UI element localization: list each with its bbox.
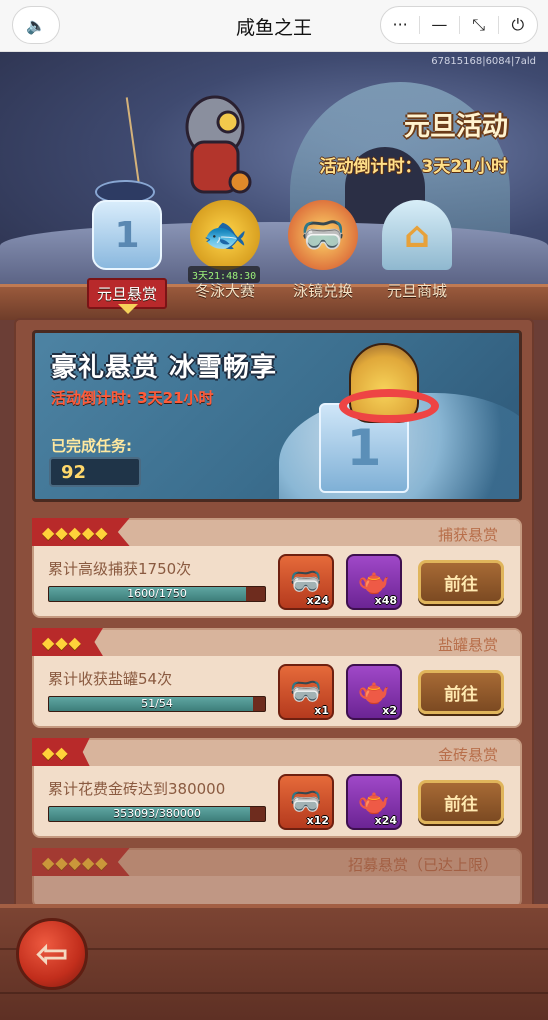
reward-count: x12 [306,814,329,827]
tab-new-year-bounty[interactable]: 1 元旦悬赏 [82,200,172,310]
star-icon: ◆ [42,632,55,652]
tab-winter-swim[interactable]: 🐟 冬泳大赛 [180,200,270,310]
go-button[interactable]: 前往 [418,670,504,714]
quest-category: 招募悬赏（已达上限） [347,856,498,874]
quest-description: 累计花费金砖达到380000 [48,780,226,798]
star-icon: ◆ [55,632,68,652]
quest-description: 累计收获盐罐54次 [48,670,173,688]
tab-goggles-exchange[interactable]: 🥽 泳镜兑换 [278,200,368,310]
reward-goggles[interactable]: 🥽 x12 [278,774,334,830]
quest-progress-bar: 353093/380000 [48,806,266,822]
igloo-icon: ⌂ [382,200,452,270]
reward-count: x2 [382,704,397,717]
star-icon: ◆ [55,742,68,762]
star-rating: ◆ ◆ [32,738,90,766]
tab-timer: 3天21:48:30 [188,266,261,283]
go-button[interactable]: 前往 [418,780,504,824]
goggles-icon: 🥽 [288,200,358,270]
game-screen: 67815168|6084|7ald 元旦活动 活动倒计时：3天21小时 1 元… [0,52,548,1020]
event-title: 元旦活动 [403,112,508,142]
goggles-icon: 🥽 [289,787,323,817]
completed-tasks-value: 92 [49,457,141,487]
quest-progress-bar: 1600/1750 [48,586,266,602]
quest-card: ◆ ◆ ◆ ◆ ◆ 捕获悬赏 累计高级捕获1750次 1600/1750 🥽 x24 🫖… [32,518,522,618]
event-countdown: 活动倒计时：3天21小时 [319,157,509,177]
plank-line [0,992,548,994]
star-icon: ◆ [42,742,55,762]
star-icon: ◆ [42,522,55,542]
collapse-icon[interactable]: ⤡ [460,7,498,43]
back-arrow-icon[interactable]: ⇦ [16,918,88,990]
quest-category: 金砖悬赏 [437,746,498,764]
user-id: 67815168|6084|7ald [431,56,536,67]
star-rating: ◆ ◆ ◆ [32,628,103,656]
go-button[interactable]: 前往 [418,560,504,604]
quest-category: 盐罐悬赏 [437,636,498,654]
fishing-line [125,97,141,187]
quest-category: 捕获悬赏 [437,526,498,544]
star-rating: ◆ ◆ ◆ ◆ ◆ [32,518,130,546]
kettle-icon: 🫖 [357,677,391,707]
completed-tasks-label: 已完成任务: [51,437,132,455]
progress-text: 1600/1750 [127,587,187,600]
star-icon: ◆ [81,852,95,872]
fisher-character-icon [185,95,252,194]
star-icon: ◆ [95,522,108,542]
tab-new-year-shop[interactable]: ⌂ 元旦商城 [372,200,462,310]
goggles-icon: 🥽 [289,677,323,707]
progress-text: 51/54 [141,697,173,710]
kettle-icon: 🫖 [357,567,391,597]
reward-kettle[interactable]: 🫖 x2 [346,664,402,720]
quest-progress-bar: 51/54 [48,696,266,712]
reward-goggles[interactable]: 🥽 x24 [278,554,334,610]
reward-count: x24 [306,594,329,607]
star-icon: ◆ [68,632,81,652]
star-icon: ◆ [55,522,68,542]
quest-description: 累计高级捕获1750次 [48,560,192,578]
active-tab-pointer [118,304,138,314]
tab-label: 泳镜兑换 [292,282,353,300]
reward-goggles[interactable]: 🥽 x1 [278,664,334,720]
more-icon[interactable]: ··· [381,7,419,43]
quest-card: ◆ ◆ 金砖悬赏 累计花费金砖达到380000 353093/380000 🥽 x… [32,738,522,838]
tab-label: 冬泳大赛 [194,282,255,300]
star-icon: ◆ [55,852,68,872]
progress-text: 353093/380000 [113,807,201,820]
star-icon: ◆ [42,852,55,872]
star-icon: ◆ [68,852,81,872]
hero-banner: 1 豪礼悬赏 冰雪畅享 活动倒计时: 3天21小时 已完成任务: 92 [32,330,522,502]
goggles-icon: 🥽 [289,567,323,597]
tab-label: 元旦商城 [386,282,447,300]
reward-count: x1 [314,704,329,717]
gold-fish-icon: 🐟 [190,200,260,270]
star-icon: ◆ [95,852,108,872]
reward-kettle[interactable]: 🫖 x48 [346,554,402,610]
minimize-icon[interactable]: — [420,7,458,43]
reward-count: x24 [374,814,397,827]
mini-program-topbar: 🔈 咸鱼之王 ··· — ⤡ ⏻ [0,0,548,52]
power-icon[interactable]: ⏻ [499,7,537,43]
ice-block-icon: 1 [92,200,162,270]
hero-title: 豪礼悬赏 冰雪畅享 [51,353,278,383]
quest-card: ◆ ◆ ◆ ◆ ◆ 招募悬赏（已达上限） [32,848,522,908]
capsule-menu: ··· — ⤡ ⏻ [380,6,538,44]
reward-kettle[interactable]: 🫖 x24 [346,774,402,830]
star-rating: ◆ ◆ ◆ ◆ ◆ [32,848,130,876]
star-icon: ◆ [68,522,81,542]
reward-count: x48 [374,594,397,607]
lifering-icon [339,389,439,423]
hero-countdown: 活动倒计时: 3天21小时 [51,389,214,407]
bounty-panel: 1 豪礼悬赏 冰雪畅享 活动倒计时: 3天21小时 已完成任务: 92 ◆ ◆ ◆ ◆… [14,318,534,928]
star-icon: ◆ [81,522,95,542]
quest-card: ◆ ◆ ◆ 盐罐悬赏 累计收获盐罐54次 51/54 🥽 x1 🫖 x2 前往 [32,628,522,728]
kettle-icon: 🫖 [357,787,391,817]
